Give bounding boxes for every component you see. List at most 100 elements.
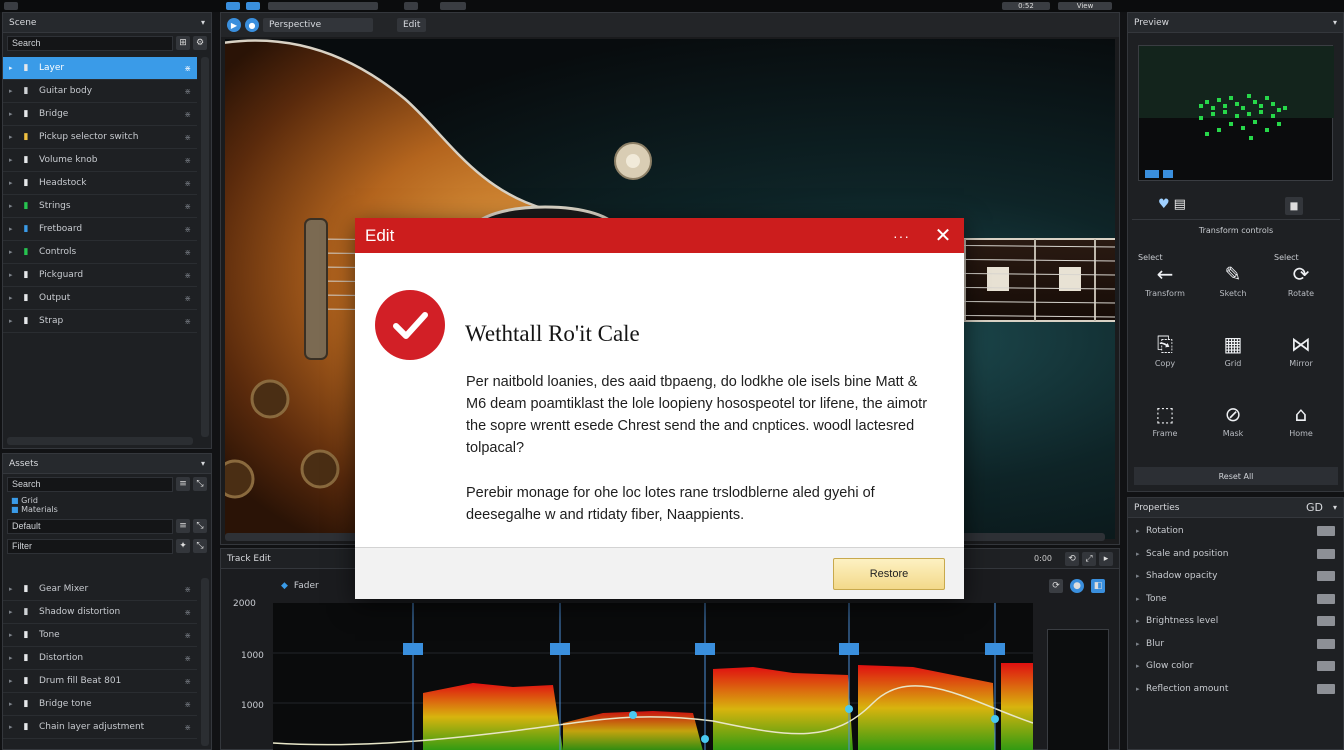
resize-icon[interactable]: ⤡ [193, 477, 207, 491]
property-toggle[interactable] [1317, 548, 1335, 559]
visibility-icon[interactable]: ⋇ [184, 608, 191, 617]
tool-button[interactable]: ⋈ Mirror [1268, 315, 1334, 385]
restore-button[interactable]: Restore [833, 558, 945, 590]
visibility-icon[interactable]: ⋇ [184, 225, 191, 234]
expand-arrow-icon[interactable]: ▸ [9, 585, 19, 593]
expand-arrow-icon[interactable]: ▸ [9, 294, 19, 302]
close-icon[interactable]: ✕ [932, 223, 954, 248]
property-toggle[interactable] [1317, 571, 1335, 582]
tree-item[interactable]: ▸ ▮ Strap ⋇ [3, 310, 197, 333]
tool-button[interactable]: ⊘ Mask [1200, 385, 1266, 455]
scene-scrollbar[interactable] [201, 57, 209, 437]
property-row[interactable]: ▸ Tone [1128, 588, 1343, 611]
visibility-icon[interactable]: ⋇ [184, 654, 191, 663]
reset-all-button[interactable]: Reset All [1134, 467, 1338, 485]
visibility-icon[interactable]: ⋇ [184, 317, 191, 326]
filter-icon[interactable]: ⊞ [176, 36, 190, 50]
record-icon[interactable] [246, 2, 260, 10]
visibility-icon[interactable]: ⋇ [184, 271, 191, 280]
resize-icon[interactable]: ⤡ [193, 519, 207, 533]
list-icon[interactable]: ≡ [176, 477, 190, 491]
perspective-dropdown[interactable]: Perspective [263, 18, 373, 32]
expand-arrow-icon[interactable]: ▸ [9, 64, 19, 72]
property-row[interactable]: ▸ Blur [1128, 633, 1343, 656]
expand-arrow-icon[interactable]: ▸ [9, 700, 19, 708]
tree-item[interactable]: ▸ ▮ Bridge ⋇ [3, 103, 197, 126]
tree-item[interactable]: ▸ ▮ Drum fill Beat 801 ⋇ [3, 670, 197, 693]
time-display[interactable]: 0:00 [1034, 554, 1052, 563]
expand-arrow-icon[interactable]: ▸ [9, 271, 19, 279]
more-options-icon[interactable]: ··· [893, 228, 910, 244]
property-row[interactable]: ▸ Reflection amount [1128, 678, 1343, 701]
tree-item[interactable]: ▸ ▮ Output ⋇ [3, 287, 197, 310]
expand-arrow-icon[interactable]: ▸ [9, 654, 19, 662]
tree-item[interactable]: ▸ ▮ Gear Mixer ⋇ [3, 578, 197, 601]
filter-field[interactable] [7, 538, 173, 554]
visibility-icon[interactable]: ⋇ [184, 133, 191, 142]
tree-item[interactable]: ▸ ▮ Volume knob ⋇ [3, 149, 197, 172]
play-icon[interactable] [226, 2, 240, 10]
expand-arrow-icon[interactable]: ▸ [9, 179, 19, 187]
expand-arrow-icon[interactable]: ▸ [9, 202, 19, 210]
property-row[interactable]: ▸ Shadow opacity [1128, 565, 1343, 588]
visibility-icon[interactable]: ⋇ [184, 585, 191, 594]
visibility-icon[interactable]: ⋇ [184, 156, 191, 165]
expand-arrow-icon[interactable]: ▸ [9, 631, 19, 639]
panel-menu-icon[interactable]: ▾ [201, 18, 205, 27]
tree-item[interactable]: ▸ ▮ Fretboard ⋇ [3, 218, 197, 241]
preview-window[interactable] [1138, 45, 1334, 181]
assets-scrollbar[interactable] [201, 578, 209, 746]
assets-search-input[interactable] [7, 476, 173, 492]
tree-item[interactable]: ▸ ▮ Strings ⋇ [3, 195, 197, 218]
scene-hscrollbar[interactable] [7, 437, 193, 445]
automation-graph[interactable] [272, 603, 1034, 750]
tree-item[interactable]: ▸ ▮ Distortion ⋇ [3, 647, 197, 670]
visibility-icon[interactable]: ⋇ [184, 294, 191, 303]
expand-arrow-icon[interactable]: ▸ [1136, 527, 1146, 535]
visibility-icon[interactable]: ⋇ [184, 631, 191, 640]
property-toggle[interactable] [1317, 638, 1335, 649]
tool-button[interactable]: ← Transform [1132, 245, 1198, 315]
tree-item[interactable]: ▸ ▮ Pickup selector switch ⋇ [3, 126, 197, 149]
settings-icon[interactable]: ⚙ [193, 36, 207, 50]
expand-arrow-icon[interactable]: ▸ [1136, 572, 1146, 580]
toolbar-button[interactable] [404, 2, 418, 10]
loop-icon[interactable]: ⟲ [1065, 551, 1079, 566]
visibility-icon[interactable]: ⋇ [184, 202, 191, 211]
expand-icon[interactable]: ⤢ [1082, 551, 1096, 566]
tool-button[interactable]: ⌂ Home [1268, 385, 1334, 455]
property-toggle[interactable] [1317, 616, 1335, 627]
mode-dropdown[interactable] [268, 2, 378, 10]
expand-arrow-icon[interactable]: ▸ [1136, 685, 1146, 693]
expand-arrow-icon[interactable]: ▸ [1136, 640, 1146, 648]
camera-button[interactable]: ● [245, 18, 259, 32]
expand-arrow-icon[interactable]: ▸ [9, 608, 19, 616]
tool-button[interactable]: ⟳ Rotate [1268, 245, 1334, 315]
play-button[interactable]: ▶ [227, 18, 241, 32]
visibility-icon[interactable]: ⋇ [184, 700, 191, 709]
zoom-display[interactable]: 0:52 [1002, 2, 1050, 10]
menu-icon[interactable] [4, 2, 18, 10]
property-toggle[interactable] [1317, 526, 1335, 537]
expand-arrow-icon[interactable]: ▸ [9, 225, 19, 233]
visibility-icon[interactable]: ⋇ [184, 110, 191, 119]
tree-item[interactable]: ▸ ▮ Layer ⋇ [3, 57, 197, 80]
tree-item[interactable]: ▸ ▮ Guitar body ⋇ [3, 80, 197, 103]
resize-icon[interactable]: ⤡ [193, 539, 207, 553]
visibility-icon[interactable]: ⋇ [184, 87, 191, 96]
mark-icon[interactable]: ◧ [1091, 579, 1105, 593]
expand-arrow-icon[interactable]: ▸ [1136, 550, 1146, 558]
tool-button[interactable]: ▦ Grid [1200, 315, 1266, 385]
link-icon[interactable]: ⟳ [1049, 579, 1063, 593]
expand-arrow-icon[interactable]: ▸ [1136, 617, 1146, 625]
record-icon[interactable]: ● [1070, 579, 1084, 593]
expand-arrow-icon[interactable]: ▸ [1136, 595, 1146, 603]
property-toggle[interactable] [1317, 683, 1335, 694]
track-label[interactable]: Fader [294, 581, 319, 591]
asset-subitem[interactable]: ■ Materials [11, 505, 203, 514]
expand-arrow-icon[interactable]: ▸ [9, 110, 19, 118]
panel-menu-icon[interactable]: ▾ [201, 459, 205, 468]
tool-button[interactable]: ✎ Sketch [1200, 245, 1266, 315]
toolbar-button[interactable] [440, 2, 466, 10]
property-toggle[interactable] [1317, 593, 1335, 604]
